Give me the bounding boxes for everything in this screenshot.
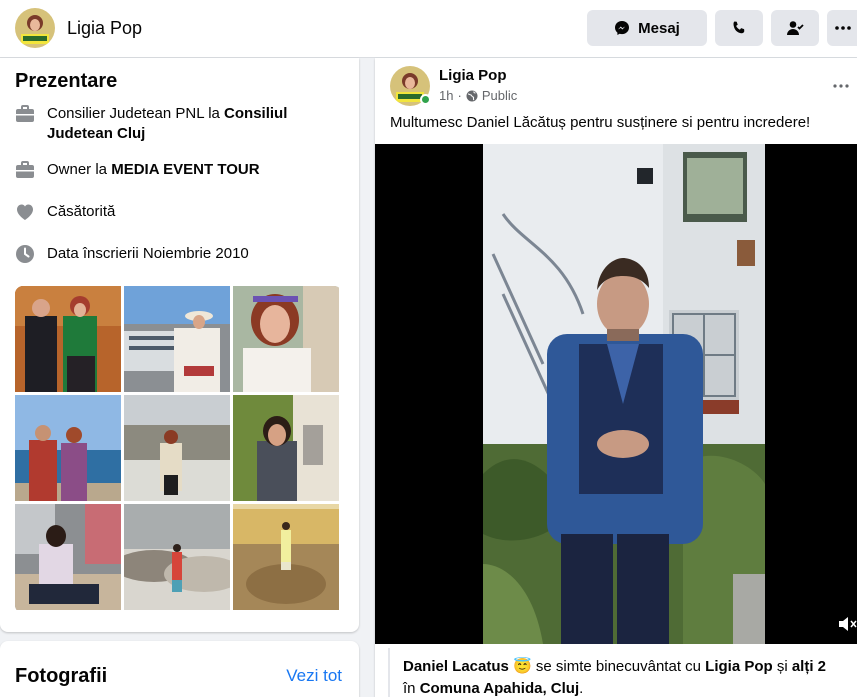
featured-photo-4[interactable]: [15, 395, 121, 501]
post-timestamp[interactable]: 1h: [439, 88, 453, 103]
tag-and-text: și: [772, 658, 792, 675]
clock-icon: [16, 245, 34, 263]
featured-photo-5[interactable]: [124, 395, 230, 501]
volume-icon[interactable]: [837, 614, 857, 634]
featured-photo-3[interactable]: [233, 286, 339, 392]
briefcase-icon: [16, 161, 34, 178]
see-all-photos-link[interactable]: Vezi tot: [286, 666, 342, 686]
intro-work-2-link[interactable]: MEDIA EVENT TOUR: [111, 161, 259, 178]
featured-photo-7[interactable]: [15, 504, 121, 610]
intro-work-1-prefix: Consilier Judetean PNL la: [47, 105, 225, 122]
post-video[interactable]: [375, 144, 857, 644]
profile-header-bar: Ligia Pop Mesaj: [0, 0, 857, 58]
tag-location-link[interactable]: Comuna Apahida, Cluj: [420, 680, 579, 697]
tag-feeling-text: se simte binecuvântat cu: [531, 658, 706, 675]
message-button-label: Mesaj: [638, 19, 680, 37]
call-button[interactable]: [715, 10, 763, 46]
heart-icon: [17, 204, 33, 220]
globe-icon: [466, 90, 478, 101]
friend-status-button[interactable]: [771, 10, 819, 46]
tag-in-text: în: [403, 680, 416, 697]
intro-joined-text: Data înscrierii Noiembrie 2010: [47, 245, 249, 262]
intro-relationship-row: Căsătorită: [15, 202, 350, 222]
message-button[interactable]: Mesaj: [587, 10, 707, 46]
post-audience: Public: [481, 88, 518, 103]
video-frame: [483, 144, 765, 644]
intro-joined-row: Data înscrierii Noiembrie 2010: [15, 244, 350, 264]
friend-check-icon: [787, 21, 804, 35]
phone-icon: [733, 21, 745, 34]
profile-name[interactable]: Ligia Pop: [67, 18, 142, 39]
intro-relationship-text: Căsătorită: [47, 203, 116, 220]
intro-title: Prezentare: [15, 70, 118, 92]
featured-photo-1[interactable]: [15, 286, 121, 392]
more-dots-icon: [835, 26, 851, 30]
post-meta: 1h · Public: [439, 88, 517, 103]
feeling-emoji: 😇: [513, 658, 532, 675]
post-text: Multumesc Daniel Lăcătuș pentru susținer…: [390, 114, 811, 131]
post-tagline: Daniel Lacatus 😇 se simte binecuvântat c…: [403, 656, 833, 697]
intro-card: Prezentare Consilier Judetean PNL la Con…: [0, 58, 359, 632]
featured-photo-2[interactable]: [124, 286, 230, 392]
post-options-icon[interactable]: [833, 72, 849, 93]
more-options-button[interactable]: [827, 10, 857, 46]
photos-card: Fotografii Vezi tot: [0, 641, 359, 697]
messenger-icon: [615, 21, 630, 35]
featured-photos-grid: [15, 286, 342, 613]
online-status-dot: [420, 94, 431, 105]
tagged-person-link[interactable]: Daniel Lacatus: [403, 658, 509, 675]
tag-divider: [388, 648, 390, 697]
profile-avatar[interactable]: [15, 8, 55, 48]
briefcase-icon: [16, 105, 34, 122]
tag-end: .: [579, 680, 584, 697]
intro-work-row-1: Consilier Judetean PNL la Consiliul Jude…: [15, 104, 350, 144]
post-card: Ligia Pop 1h · Public Multumesc Daniel L…: [375, 58, 857, 697]
post-author-name[interactable]: Ligia Pop: [439, 67, 507, 84]
tag-others-link[interactable]: alți 2: [792, 658, 826, 675]
tag-with-link[interactable]: Ligia Pop: [705, 658, 773, 675]
intro-work-2-prefix: Owner la: [47, 161, 112, 178]
featured-photo-6[interactable]: [233, 395, 339, 501]
intro-work-row-2: Owner la MEDIA EVENT TOUR: [15, 160, 350, 180]
featured-photo-9[interactable]: [233, 504, 339, 610]
featured-photo-8[interactable]: [124, 504, 230, 610]
meta-separator: ·: [457, 88, 462, 103]
photos-title: Fotografii: [15, 665, 108, 687]
